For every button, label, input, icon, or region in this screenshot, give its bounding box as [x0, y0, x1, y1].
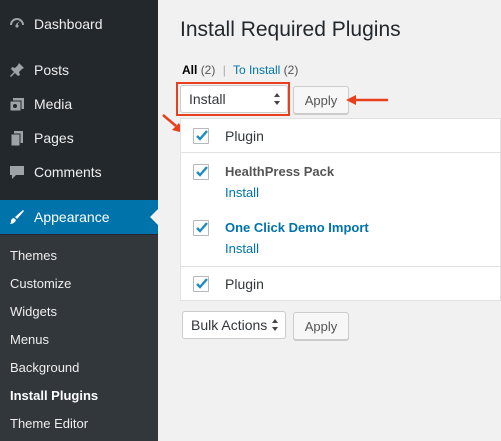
checkmark-icon — [196, 166, 208, 177]
sidebar-item-label: Dashboard — [34, 16, 103, 32]
sidebar-item-dashboard[interactable]: Dashboard — [0, 7, 158, 41]
sidebar-item-appearance[interactable]: Appearance — [0, 200, 158, 234]
sidebar-item-label: Pages — [34, 130, 74, 146]
pushpin-icon — [8, 61, 26, 79]
checkmark-icon — [196, 222, 208, 233]
submenu-item-theme-editor[interactable]: Theme Editor — [10, 416, 88, 431]
row-checkbox[interactable] — [193, 164, 209, 180]
bulk-action-selected-value: Bulk Actions — [191, 317, 268, 333]
submenu-item-customize[interactable]: Customize — [10, 276, 71, 291]
sidebar-item-label: Media — [34, 96, 73, 112]
apply-button-bottom[interactable]: Apply — [293, 312, 349, 340]
submenu-item-install-plugins[interactable]: Install Plugins — [10, 388, 98, 403]
submenu-item-menus[interactable]: Menus — [10, 332, 49, 347]
paintbrush-icon — [8, 208, 26, 226]
table-header-row: Plugin — [181, 119, 500, 153]
filter-separator: | — [222, 63, 226, 77]
sidebar-item-posts[interactable]: Posts — [0, 53, 158, 87]
select-all-checkbox[interactable] — [193, 128, 209, 144]
install-link[interactable]: Install — [225, 241, 259, 256]
plugin-name-link[interactable]: One Click Demo Import — [225, 220, 369, 235]
submenu-item-themes[interactable]: Themes — [10, 248, 57, 263]
filter-all-count: (2) — [200, 63, 216, 77]
sidebar-item-label: Comments — [34, 164, 102, 180]
sidebar-item-pages[interactable]: Pages — [0, 121, 158, 155]
comment-bubble-icon — [8, 163, 26, 181]
checkmark-icon — [196, 130, 208, 141]
bulk-action-select-bottom[interactable]: Bulk Actions — [182, 311, 286, 339]
filter-all-label[interactable]: All — [182, 63, 197, 77]
page-title: Install Required Plugins — [180, 18, 401, 41]
dashboard-icon — [8, 15, 26, 33]
admin-sidebar: Dashboard Posts Media Pages Comments App… — [0, 0, 158, 441]
table-footer-row: Plugin — [181, 266, 500, 301]
sidebar-item-media[interactable]: Media — [0, 87, 158, 121]
media-icon — [8, 95, 26, 113]
install-link[interactable]: Install — [225, 185, 259, 200]
filter-to-install-link[interactable]: To Install — [233, 63, 280, 77]
appearance-submenu: Themes Customize Widgets Menus Backgroun… — [0, 235, 158, 441]
column-header-plugin[interactable]: Plugin — [225, 128, 264, 144]
status-filter-links: All (2) | To Install (2) — [182, 63, 298, 77]
pages-icon — [8, 129, 26, 147]
filter-to-install-count: (2) — [283, 63, 299, 77]
sidebar-item-comments[interactable]: Comments — [0, 155, 158, 189]
annotation-arrow-left-icon — [346, 95, 388, 105]
checkmark-icon — [196, 278, 208, 289]
row-checkbox[interactable] — [193, 220, 209, 236]
plugins-table: Plugin HealthPress Pack Install One Clic… — [180, 118, 501, 301]
sidebar-item-label: Appearance — [34, 209, 110, 225]
select-arrows-icon — [272, 319, 278, 331]
plugin-name: HealthPress Pack — [225, 164, 335, 179]
apply-button-top[interactable]: Apply — [293, 86, 349, 114]
select-all-checkbox-footer[interactable] — [193, 276, 209, 292]
sidebar-item-label: Posts — [34, 62, 70, 78]
column-footer-plugin[interactable]: Plugin — [225, 276, 264, 292]
submenu-item-background[interactable]: Background — [10, 360, 79, 375]
submenu-item-widgets[interactable]: Widgets — [10, 304, 57, 319]
annotation-highlight-box — [176, 82, 290, 116]
